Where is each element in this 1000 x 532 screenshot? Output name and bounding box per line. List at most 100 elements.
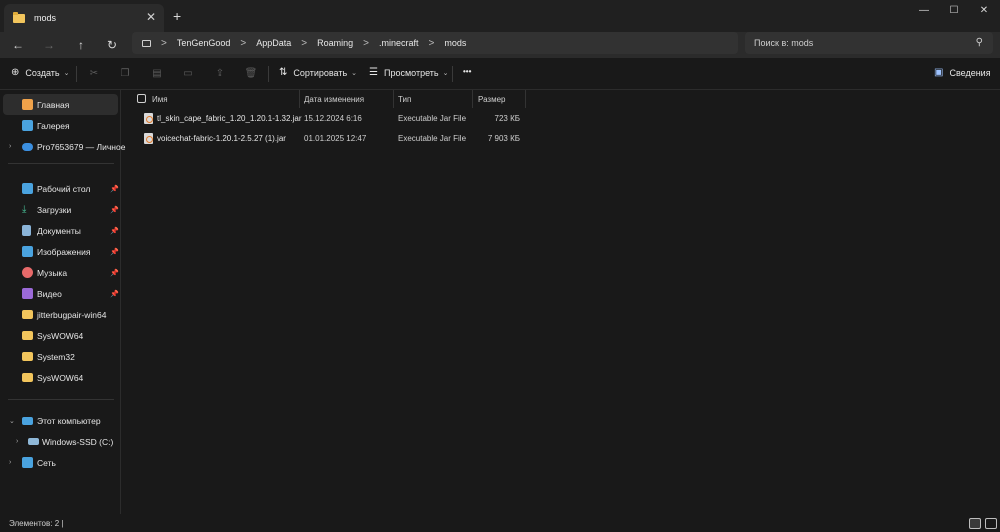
- chevron-down-icon: ⌄: [442, 69, 449, 77]
- forward-button[interactable]: →: [40, 36, 58, 54]
- chevron-down-icon[interactable]: ⌄: [9, 417, 15, 425]
- new-tab-button[interactable]: +: [173, 8, 181, 24]
- music-icon: [22, 267, 33, 278]
- file-size: 723 КБ: [494, 114, 520, 123]
- sidebar-item-label: jitterbugpair-win64: [37, 309, 107, 320]
- tab-close-icon[interactable]: ✕: [146, 10, 156, 24]
- toolbar-divider: [76, 66, 77, 82]
- chevron-right-icon[interactable]: ›: [16, 438, 18, 445]
- sidebar-item-gallery[interactable]: Галерея: [0, 115, 121, 136]
- delete-icon[interactable]: 🗑: [244, 67, 258, 81]
- column-header-name[interactable]: Имя: [152, 90, 300, 108]
- jar-file-icon: [144, 113, 153, 124]
- sidebar-item-syswow64-2[interactable]: SysWOW64: [0, 367, 121, 388]
- sidebar-item-label: SysWOW64: [37, 330, 84, 341]
- refresh-button[interactable]: ↻: [103, 36, 121, 54]
- documents-icon: [22, 225, 31, 236]
- navigation-pane: Главная Галерея › Pro7653679 — Личное Ра…: [0, 90, 125, 514]
- pin-icon: 📌: [110, 185, 119, 193]
- breadcrumb-appdata[interactable]: AppData: [256, 38, 291, 48]
- sidebar-item-music[interactable]: Музыка 📌: [0, 262, 121, 283]
- file-date: 15.12.2024 6:16: [304, 114, 362, 123]
- pictures-icon: [22, 246, 33, 257]
- sidebar-item-label: Документы: [37, 225, 81, 236]
- column-header-label: Дата изменения: [304, 94, 365, 104]
- column-header-size[interactable]: Размер: [478, 90, 526, 108]
- paste-icon[interactable]: ▤: [150, 67, 164, 81]
- close-window-button[interactable]: ✕: [972, 2, 996, 20]
- up-button[interactable]: ↑: [72, 36, 90, 54]
- sidebar-divider: [8, 163, 114, 164]
- copy-icon[interactable]: ❐: [118, 67, 132, 81]
- sidebar-item-documents[interactable]: Документы 📌: [0, 220, 121, 241]
- file-name: tl_skin_cape_fabric_1.20_1.20.1-1.32.jar: [157, 114, 302, 123]
- more-options-button[interactable]: •••: [463, 67, 471, 76]
- details-view-icon[interactable]: [969, 518, 981, 529]
- sidebar-item-windows-ssd[interactable]: › Windows-SSD (C:): [0, 431, 121, 452]
- column-header-type[interactable]: Тип: [398, 90, 473, 108]
- sidebar-item-label: Галерея: [37, 120, 70, 131]
- sidebar-item-downloads[interactable]: ⤓ Загрузки 📌: [0, 199, 121, 220]
- tiles-view-icon[interactable]: [985, 518, 997, 529]
- chevron-right-icon[interactable]: ›: [9, 459, 11, 466]
- cloud-icon: [22, 142, 33, 151]
- sidebar-item-label: Главная: [37, 99, 70, 110]
- sidebar-item-syswow64[interactable]: SysWOW64: [0, 325, 121, 346]
- sort-button[interactable]: ⇅ Сортировать ⌄: [279, 67, 357, 78]
- column-header-label: Тип: [398, 94, 412, 104]
- sidebar-divider: [8, 399, 114, 400]
- network-icon: [22, 457, 33, 468]
- sidebar-item-this-pc[interactable]: ⌄ Этот компьютер: [0, 410, 121, 431]
- sidebar-item-label: Рабочий стол: [37, 183, 91, 194]
- breadcrumb-separator[interactable]: >: [240, 38, 246, 49]
- search-input[interactable]: Поиск в: mods ⚲: [745, 32, 993, 54]
- sidebar-item-home[interactable]: Главная: [3, 94, 118, 115]
- chevron-down-icon: ⌄: [63, 69, 70, 77]
- breadcrumb-mods[interactable]: mods: [444, 38, 466, 48]
- breadcrumb-separator[interactable]: >: [301, 38, 307, 49]
- breadcrumb-separator[interactable]: >: [363, 38, 369, 49]
- plus-circle-icon: ⊕: [11, 67, 20, 78]
- rename-icon[interactable]: ▭: [181, 67, 195, 81]
- minimize-button[interactable]: —: [912, 2, 936, 20]
- maximize-button[interactable]: ☐: [942, 2, 966, 20]
- sidebar-item-label: SysWOW64: [37, 372, 84, 383]
- breadcrumb-roaming[interactable]: Roaming: [317, 38, 353, 48]
- pin-icon: 📌: [110, 206, 119, 214]
- column-header-date[interactable]: Дата изменения: [304, 90, 394, 108]
- chevron-right-icon[interactable]: ›: [9, 143, 11, 150]
- sidebar-item-onedrive[interactable]: › Pro7653679 — Личное: [0, 136, 125, 157]
- file-date: 01.01.2025 12:47: [304, 134, 367, 143]
- sidebar-item-desktop[interactable]: Рабочий стол 📌: [0, 178, 121, 199]
- file-row[interactable]: voicechat-fabric-1.20.1-2.5.27 (1).jar 0…: [122, 129, 542, 149]
- sidebar-item-label: Этот компьютер: [37, 415, 101, 426]
- status-bar: Элементов: 2 |: [0, 514, 1000, 532]
- select-all-checkbox[interactable]: [137, 94, 146, 103]
- address-row: ← → ↑ ↻ > TenGenGood > AppData > Roaming…: [0, 32, 1000, 58]
- sidebar-item-jitterbugpair[interactable]: jitterbugpair-win64: [0, 304, 121, 325]
- sidebar-item-network[interactable]: › Сеть: [0, 452, 121, 473]
- create-label: Создать: [25, 67, 60, 78]
- sidebar-item-pictures[interactable]: Изображения 📌: [0, 241, 121, 262]
- folder-icon: [22, 373, 33, 382]
- create-button[interactable]: ⊕ Создать ⌄: [11, 67, 69, 78]
- file-row[interactable]: tl_skin_cape_fabric_1.20_1.20.1-1.32.jar…: [122, 109, 542, 129]
- tab-mods[interactable]: mods ✕: [4, 4, 164, 32]
- details-pane-icon: ▣: [934, 67, 944, 78]
- sidebar-item-videos[interactable]: Видео 📌: [0, 283, 121, 304]
- breadcrumb-minecraft[interactable]: .minecraft: [379, 38, 419, 48]
- view-button[interactable]: ☰ Просмотреть ⌄: [369, 67, 448, 78]
- cut-icon[interactable]: ✂: [87, 67, 101, 81]
- breadcrumb-separator[interactable]: >: [429, 38, 435, 49]
- computer-icon: [142, 39, 151, 47]
- folder-icon: [13, 11, 25, 23]
- breadcrumb-separator: >: [161, 37, 167, 49]
- details-label: Сведения: [949, 67, 991, 78]
- details-pane-button[interactable]: ▣ Сведения: [934, 67, 991, 78]
- share-icon[interactable]: ⇪: [213, 67, 227, 81]
- back-button[interactable]: ←: [9, 36, 27, 54]
- breadcrumb-tengengood[interactable]: TenGenGood: [177, 38, 231, 48]
- address-bar[interactable]: > TenGenGood > AppData > Roaming > .mine…: [132, 32, 738, 54]
- sidebar-item-system32[interactable]: System32: [0, 346, 121, 367]
- sidebar-item-label: Сеть: [37, 457, 56, 468]
